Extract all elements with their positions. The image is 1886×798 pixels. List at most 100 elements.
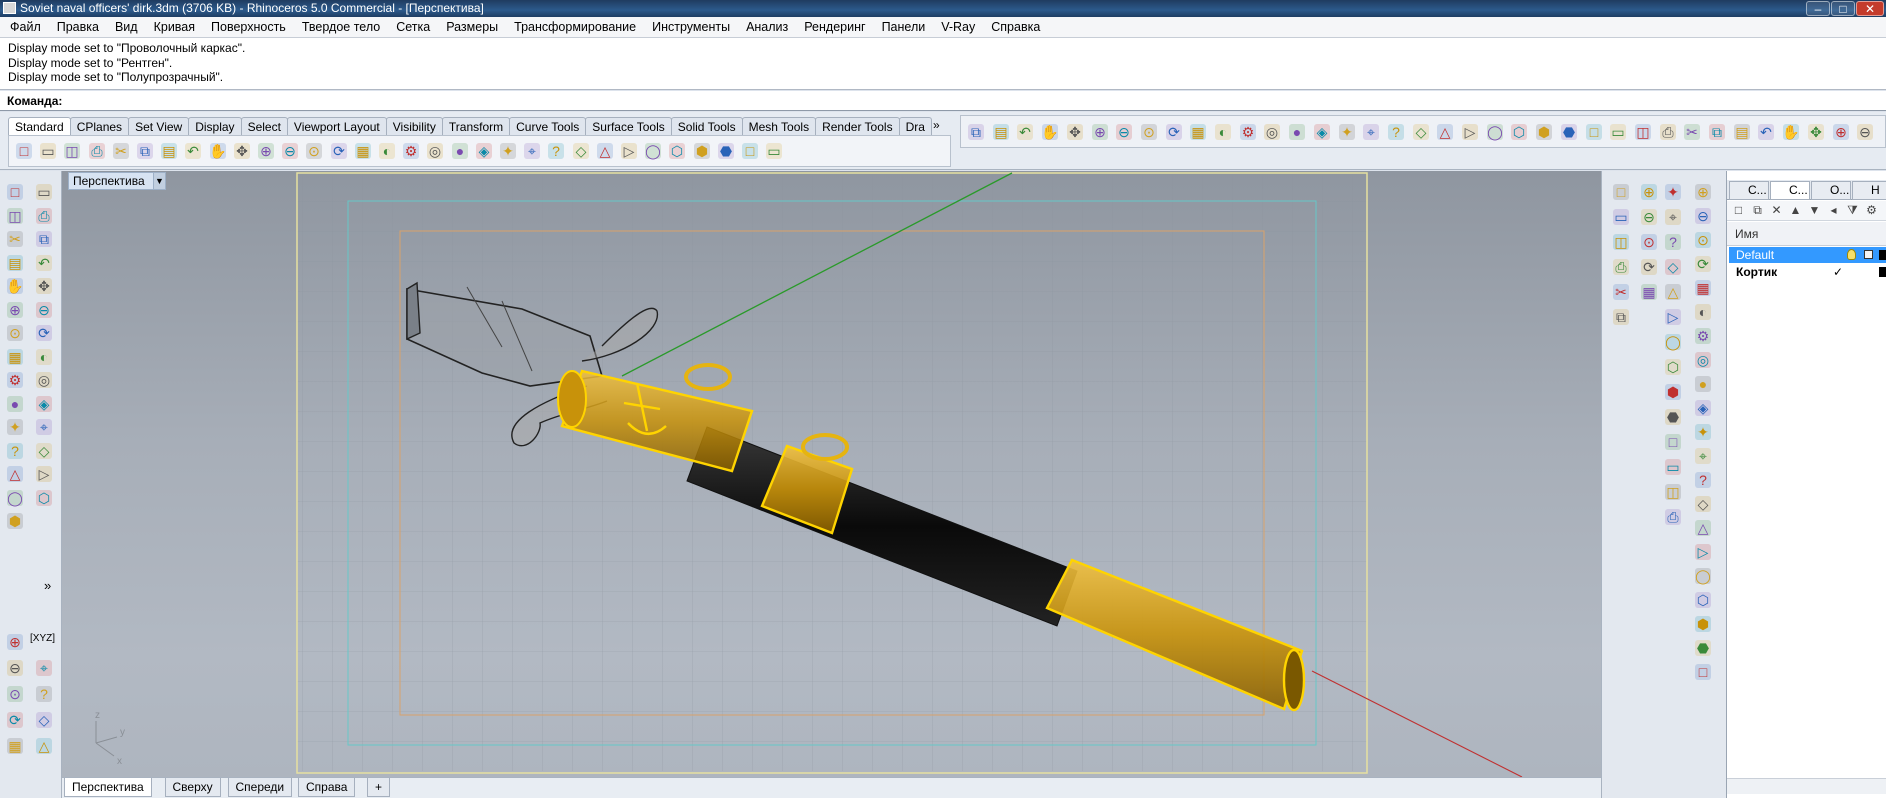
curve-tool-icon[interactable]: □ xyxy=(1662,431,1684,453)
tool-icon[interactable]: ◐ xyxy=(33,346,55,368)
tool-icon[interactable]: □ xyxy=(4,181,26,203)
osnap-tool-icon[interactable]: ▦ xyxy=(4,735,26,757)
tool-icon[interactable]: ⚙ xyxy=(4,369,26,391)
render-tool-icon[interactable]: ▤ xyxy=(1731,121,1753,143)
curve-tool-icon[interactable]: ⌖ xyxy=(1662,206,1684,228)
layer-visible-icon[interactable] xyxy=(1847,249,1856,260)
tool-icon[interactable]: ◈ xyxy=(33,393,55,415)
tool-icon[interactable]: ▦ xyxy=(4,346,26,368)
menu-item[interactable]: Справка xyxy=(983,17,1048,37)
transform-tool-icon[interactable]: ▷ xyxy=(1692,541,1714,563)
points-icon[interactable]: ✦ xyxy=(497,140,519,162)
transform-tool-icon[interactable]: ⌖ xyxy=(1692,445,1714,467)
zoom-icon[interactable]: ⊖ xyxy=(279,140,301,162)
curve-tool-icon[interactable]: △ xyxy=(1662,281,1684,303)
aux-tool-icon[interactable]: ⊕ xyxy=(1638,181,1660,203)
viewport-tab[interactable]: Справа xyxy=(298,778,356,797)
transform-tool-icon[interactable]: ⬣ xyxy=(1692,637,1714,659)
render-tool-icon[interactable]: ✦ xyxy=(1336,121,1358,143)
render-tool-icon[interactable]: ✂ xyxy=(1681,121,1703,143)
transform-tool-icon[interactable]: △ xyxy=(1692,517,1714,539)
render-tool-icon[interactable]: ⬢ xyxy=(1533,121,1555,143)
aux-tool-icon[interactable]: ▦ xyxy=(1638,281,1660,303)
render-tool-icon[interactable]: △ xyxy=(1434,121,1456,143)
tool-icon[interactable]: ▤ xyxy=(4,252,26,274)
render-tool-icon[interactable]: ⬡ xyxy=(1508,121,1530,143)
render-tool-icon[interactable]: ? xyxy=(1385,121,1407,143)
transform-tool-icon[interactable]: ⬡ xyxy=(1692,589,1714,611)
light-icon[interactable]: ⌖ xyxy=(521,140,543,162)
close-button[interactable]: ✕ xyxy=(1856,1,1884,16)
render-tool-icon[interactable]: ✥ xyxy=(1805,121,1827,143)
layer-color-swatch[interactable] xyxy=(1879,267,1886,277)
tool-icon[interactable]: ● xyxy=(4,393,26,415)
menu-item[interactable]: Сетка xyxy=(388,17,438,37)
toolbar-tab[interactable]: Set View xyxy=(128,117,190,135)
menu-item[interactable]: Файл xyxy=(2,17,49,37)
transform-tool-icon[interactable]: ⊙ xyxy=(1692,229,1714,251)
osnap-tool-icon[interactable]: ⊖ xyxy=(4,657,26,679)
render-tool-icon[interactable]: ⊖ xyxy=(1854,121,1876,143)
transform-tool-icon[interactable]: ◇ xyxy=(1692,493,1714,515)
tool-icon[interactable]: ✋ xyxy=(4,275,26,297)
tool-icon[interactable]: ⬢ xyxy=(4,510,26,532)
osnap-tool-icon[interactable]: ◇ xyxy=(33,709,55,731)
osnap-tool-icon[interactable]: ⊙ xyxy=(4,683,26,705)
curve-tool-icon[interactable]: ⬡ xyxy=(1662,356,1684,378)
render-icon[interactable]: ● xyxy=(449,140,471,162)
save-icon[interactable]: ◫ xyxy=(61,140,83,162)
xyz-button[interactable]: [XYZ] xyxy=(30,633,55,644)
color-icon[interactable]: △ xyxy=(594,140,616,162)
menu-item[interactable]: Вид xyxy=(107,17,146,37)
curve-tool-icon[interactable]: ◯ xyxy=(1662,331,1684,353)
rotate-view-icon[interactable]: ◐ xyxy=(376,140,398,162)
panel-tab[interactable]: С... xyxy=(1729,181,1769,200)
transform-tool-icon[interactable]: ◎ xyxy=(1692,349,1714,371)
osnap-tool-icon[interactable]: ⟳ xyxy=(4,709,26,731)
render-tool-icon[interactable]: ◇ xyxy=(1410,121,1432,143)
tool-icon[interactable]: ⬡ xyxy=(33,487,55,509)
render-tool-icon[interactable]: ⊕ xyxy=(1830,121,1852,143)
help-icon[interactable]: ▭ xyxy=(763,140,785,162)
render-tool-icon[interactable]: ⌖ xyxy=(1360,121,1382,143)
menu-item[interactable]: Кривая xyxy=(146,17,203,37)
toolbar-tab[interactable]: CPlanes xyxy=(69,117,130,135)
curve-tool-icon[interactable]: ✦ xyxy=(1662,181,1684,203)
tool-icon[interactable]: ⎙ xyxy=(33,205,55,227)
options-icon[interactable]: ⬣ xyxy=(715,140,737,162)
viewport-title[interactable]: Перспектива xyxy=(68,172,164,190)
transform-tool-icon[interactable]: ◈ xyxy=(1692,397,1714,419)
tool-icon[interactable]: ✥ xyxy=(33,275,55,297)
sphere-icon[interactable]: ▷ xyxy=(618,140,640,162)
osnap-tool-icon[interactable]: △ xyxy=(33,735,55,757)
render-tool-icon[interactable]: ⚙ xyxy=(1237,121,1259,143)
render-tool-icon[interactable]: ⧉ xyxy=(1706,121,1728,143)
transform-tool-icon[interactable]: ◯ xyxy=(1692,565,1714,587)
menu-item[interactable]: V-Ray xyxy=(933,17,983,37)
layer-name-header[interactable]: Имя xyxy=(1727,222,1886,246)
toolbar-tab[interactable]: Transform xyxy=(441,117,511,135)
render-tool-icon[interactable]: ◈ xyxy=(1311,121,1333,143)
aux-tool-icon[interactable]: ⊙ xyxy=(1638,231,1660,253)
more-tools-icon[interactable]: » xyxy=(44,578,51,593)
tool-icon[interactable]: ◇ xyxy=(33,440,55,462)
settings-icon[interactable]: ⚙ xyxy=(1864,203,1879,218)
render-tool-icon[interactable]: ▭ xyxy=(1607,121,1629,143)
copy-icon[interactable]: ▤ xyxy=(158,140,180,162)
command-prompt[interactable]: Команда: xyxy=(0,91,1886,111)
tool-icon[interactable]: ⟳ xyxy=(33,322,55,344)
render-tool-icon[interactable]: ⬣ xyxy=(1558,121,1580,143)
transform-tool-icon[interactable]: ⟳ xyxy=(1692,253,1714,275)
lock-icon[interactable]: ? xyxy=(545,140,567,162)
render-tool-icon[interactable]: ⊙ xyxy=(1138,121,1160,143)
zoom-window-icon[interactable]: ⊙ xyxy=(303,140,325,162)
render-tool-icon[interactable]: ▦ xyxy=(1187,121,1209,143)
render-tool-icon[interactable]: ↶ xyxy=(1014,121,1036,143)
viewport-menu-arrow-icon[interactable]: ▼ xyxy=(153,172,166,190)
open-file-icon[interactable]: ▭ xyxy=(37,140,59,162)
viewport-tab[interactable]: Сверху xyxy=(164,778,221,797)
globe-icon[interactable]: ⬡ xyxy=(666,140,688,162)
render-tool-icon[interactable]: ✥ xyxy=(1064,121,1086,143)
render-tool-icon[interactable]: ⟳ xyxy=(1163,121,1185,143)
transform-tool-icon[interactable]: ⊕ xyxy=(1692,181,1714,203)
